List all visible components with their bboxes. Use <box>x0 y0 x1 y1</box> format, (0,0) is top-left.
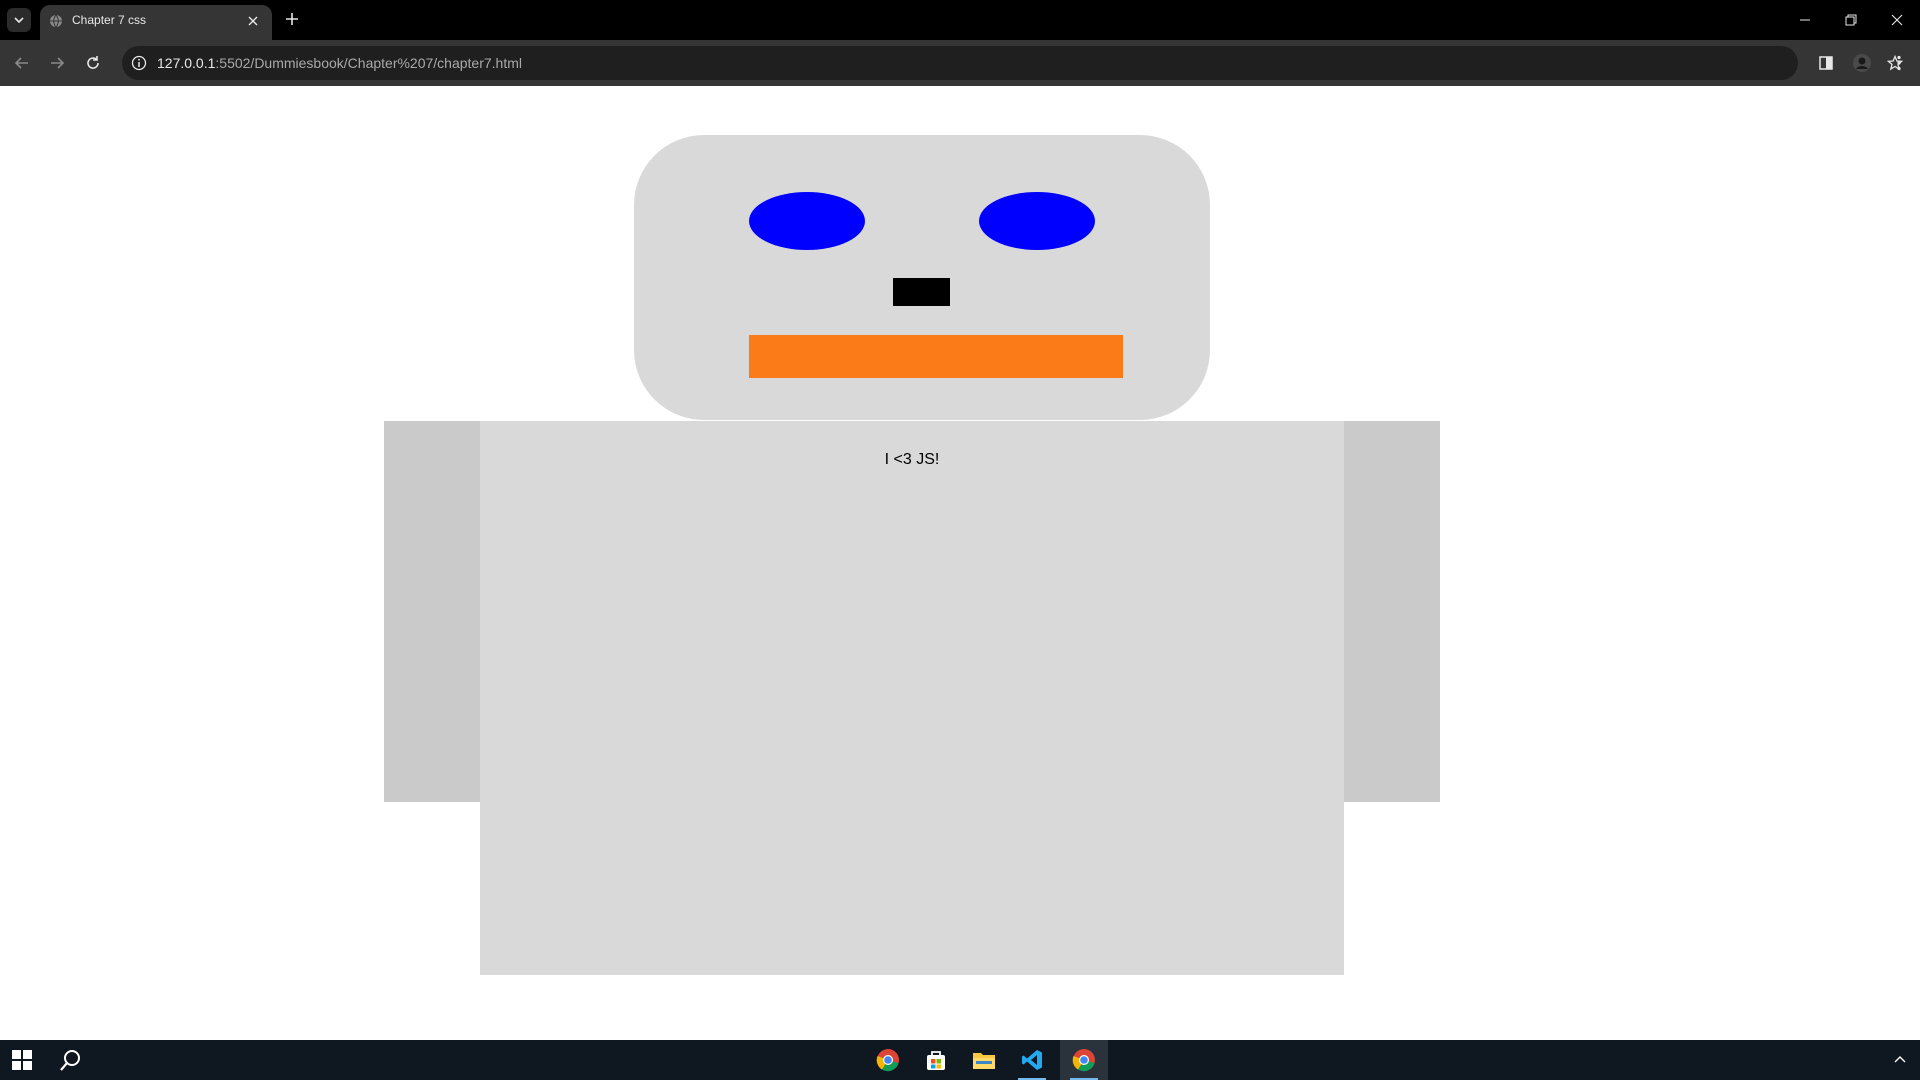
windows-start-icon[interactable] <box>12 1050 32 1070</box>
reload-icon <box>87 56 99 69</box>
chevron-up-icon[interactable] <box>1892 1052 1908 1068</box>
url-path: :5502/Dummiesbook/Chapter%207/chapter7.h… <box>215 55 523 71</box>
tab-search-button[interactable] <box>7 8 31 32</box>
globe-icon <box>50 14 62 28</box>
new-tab-button[interactable] <box>282 9 302 29</box>
browser-toolbar: 127.0.0.1:5502/Dummiesbook/Chapter%207/c… <box>0 40 1920 86</box>
taskbar-chrome[interactable] <box>864 1040 912 1080</box>
browser-tab-strip: Chapter 7 css <box>0 0 1920 40</box>
info-icon <box>131 55 147 71</box>
robot-right-eye <box>979 192 1095 250</box>
vscode-icon <box>1022 1050 1042 1070</box>
forward-button[interactable] <box>46 52 68 74</box>
taskbar-vscode[interactable] <box>1008 1040 1056 1080</box>
close-window-button[interactable] <box>1882 6 1912 34</box>
folder-icon <box>973 1053 995 1069</box>
robot-body: I <3 JS! <box>480 421 1344 975</box>
taskbar <box>0 1040 1920 1080</box>
robot-nose <box>893 278 950 306</box>
taskbar-chrome-active[interactable] <box>1060 1040 1108 1080</box>
chevron-down-icon <box>14 17 24 24</box>
avatar-icon <box>1853 54 1871 72</box>
taskbar-file-explorer[interactable] <box>960 1040 1008 1080</box>
page-viewport: I <3 JS! <box>0 86 1920 1040</box>
tab-title: Chapter 7 css <box>72 13 147 27</box>
back-button[interactable] <box>11 52 33 74</box>
tab-chapter7[interactable]: Chapter 7 css <box>40 5 272 40</box>
side-panel-button[interactable] <box>1815 52 1837 74</box>
robot-mouth <box>749 335 1123 378</box>
site-info-button[interactable] <box>130 54 148 72</box>
reload-button[interactable] <box>82 52 104 74</box>
chrome-icon <box>1072 1049 1095 1072</box>
search-icon[interactable] <box>60 1049 82 1071</box>
close-icon <box>248 16 258 26</box>
url-text: 127.0.0.1:5502/Dummiesbook/Chapter%207/c… <box>157 55 522 71</box>
robot-right-arm <box>1344 421 1440 802</box>
robot-left-arm <box>384 421 480 802</box>
minimize-icon <box>1800 19 1810 21</box>
restore-icon <box>1845 14 1857 26</box>
robot-left-eye <box>749 192 865 250</box>
restore-button[interactable] <box>1836 6 1866 34</box>
arrow-right-icon <box>51 57 65 69</box>
address-bar[interactable]: 127.0.0.1:5502/Dummiesbook/Chapter%207/c… <box>122 46 1903 80</box>
kebab-menu-icon <box>1897 55 1901 71</box>
robot-head <box>634 135 1210 420</box>
profile-button[interactable] <box>1851 52 1873 74</box>
tab-close-button[interactable] <box>244 12 262 30</box>
close-icon <box>1891 14 1903 26</box>
browser-menu-button[interactable] <box>1888 52 1910 74</box>
url-host: 127.0.0.1 <box>157 55 216 71</box>
robot-body-text: I <3 JS! <box>884 451 940 468</box>
arrow-left-icon <box>14 57 28 69</box>
plus-icon <box>286 13 298 25</box>
taskbar-store[interactable] <box>912 1040 960 1080</box>
side-panel-icon <box>1819 56 1833 70</box>
store-icon <box>927 1051 945 1070</box>
chrome-icon <box>876 1049 899 1072</box>
minimize-button[interactable] <box>1790 6 1820 34</box>
